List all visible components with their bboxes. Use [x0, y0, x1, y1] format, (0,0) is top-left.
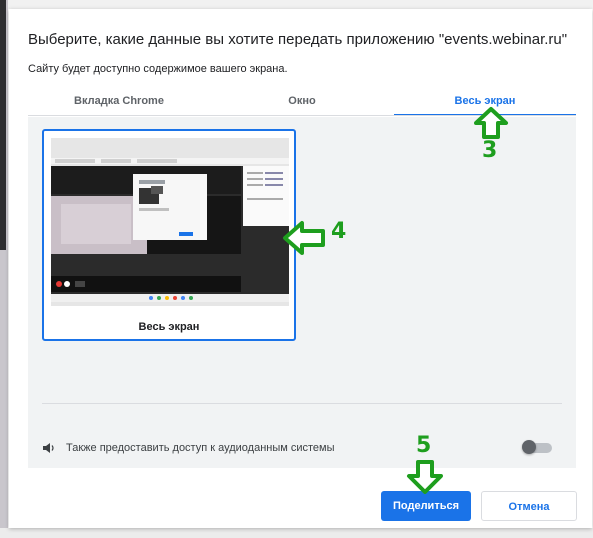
audio-divider [42, 403, 562, 404]
cancel-button[interactable]: Отмена [481, 491, 577, 521]
screen-preview-image [51, 138, 289, 306]
toggle-knob [522, 440, 536, 454]
background-left-dark [0, 0, 6, 250]
screen-list-panel: Весь экран Также предоставить доступ к а… [28, 117, 576, 468]
annotation-number-3: 3 [482, 138, 498, 163]
dialog-title: Выберите, какие данные вы хотите передат… [28, 31, 568, 48]
annotation-number-5: 5 [416, 433, 432, 458]
background-left [0, 0, 8, 538]
tab-chrome[interactable]: Вкладка Chrome [28, 88, 210, 114]
background-bottom [0, 528, 593, 538]
annotation-number-4: 4 [331, 219, 347, 244]
arrow-down-icon [407, 460, 443, 494]
screen-option[interactable]: Весь экран [42, 129, 296, 341]
arrow-up-icon [474, 107, 508, 139]
audio-share-label: Также предоставить доступ к аудиоданным … [66, 442, 335, 454]
screen-option-label: Весь экран [138, 321, 200, 333]
dialog-subtitle: Сайту будет доступно содержимое вашего э… [28, 63, 288, 75]
speaker-icon [43, 443, 54, 453]
audio-share-row: Также предоставить доступ к аудиоданным … [42, 439, 562, 457]
tab-window[interactable]: Окно [211, 88, 393, 114]
share-button[interactable]: Поделиться [381, 491, 471, 521]
background-top [0, 0, 593, 9]
arrow-left-icon [283, 221, 325, 255]
screen-preview [51, 138, 289, 306]
share-screen-dialog: Выберите, какие данные вы хотите передат… [9, 9, 592, 528]
audio-share-toggle[interactable] [522, 440, 554, 454]
